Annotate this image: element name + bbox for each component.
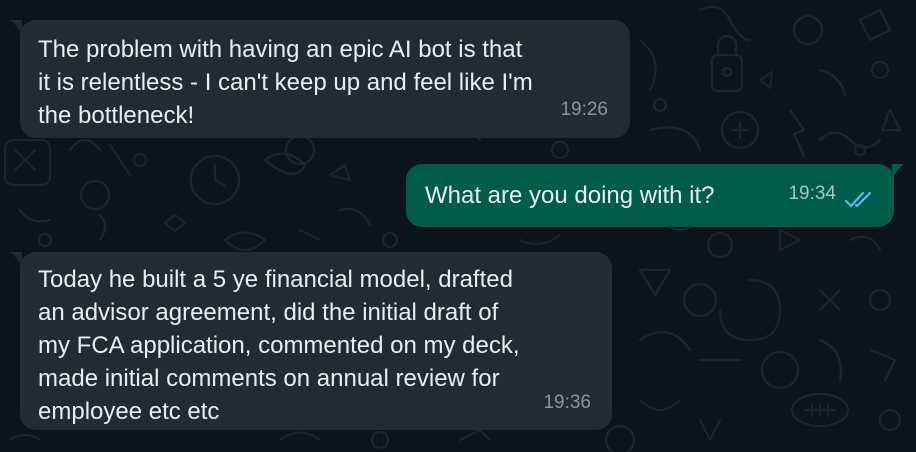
message-timestamp: 19:26 [560,99,608,120]
bubble-tail [892,164,904,180]
message-text: Today he built a 5 ye financial model, d… [38,266,520,425]
message-bubble-outgoing[interactable]: What are you doing with it? 19:34 [406,164,904,227]
message-bubble-incoming[interactable]: The problem with having an epic AI bot i… [10,20,630,138]
message-text: The problem with having an epic AI bot i… [38,36,533,129]
message-timestamp: 19:36 [543,392,591,413]
message-bubble-incoming[interactable]: Today he built a 5 ye financial model, d… [10,252,612,430]
bubble-tail [10,252,22,268]
message-timestamp: 19:34 [788,183,836,204]
bubble-tail [10,20,22,36]
double-check-read-icon [844,191,872,208]
chat-view[interactable]: The problem with having an epic AI bot i… [0,0,916,452]
